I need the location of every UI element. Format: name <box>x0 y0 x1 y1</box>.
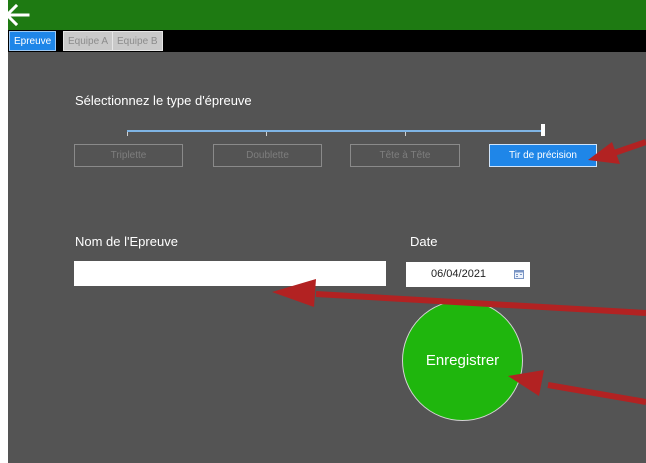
header-bar <box>8 0 646 30</box>
tab-equipe-a[interactable]: Equipe A <box>63 31 114 51</box>
event-type-slider-thumb[interactable] <box>541 124 545 136</box>
option-doublette[interactable]: Doublette <box>213 144 322 167</box>
tab-epreuve[interactable]: Epreuve <box>9 31 57 51</box>
tab-bar: Epreuve Equipe A Equipe B <box>8 30 646 52</box>
slider-tick <box>405 132 406 136</box>
date-value: 06/04/2021 <box>431 268 487 280</box>
date-label: Date <box>410 234 438 249</box>
slider-tick <box>127 132 128 136</box>
calendar-icon[interactable] <box>514 269 524 279</box>
event-type-slider-track[interactable] <box>127 130 545 132</box>
date-picker[interactable]: 06/04/2021 <box>406 262 530 287</box>
option-triplette[interactable]: Triplette <box>74 144 183 167</box>
option-tete-a-tete[interactable]: Tête à Tête <box>350 144 460 167</box>
save-button[interactable]: Enregistrer <box>402 300 523 421</box>
option-tir-de-precision[interactable]: Tir de précision <box>489 144 597 167</box>
main-panel: Sélectionnez le type d'épreuve Triplette… <box>8 52 646 463</box>
arrow-left-icon[interactable] <box>0 0 36 30</box>
event-type-prompt: Sélectionnez le type d'épreuve <box>75 93 252 108</box>
slider-tick <box>266 132 267 136</box>
event-name-label: Nom de l'Epreuve <box>75 234 178 249</box>
tab-equipe-b[interactable]: Equipe B <box>112 31 163 51</box>
event-name-input[interactable] <box>74 261 386 286</box>
